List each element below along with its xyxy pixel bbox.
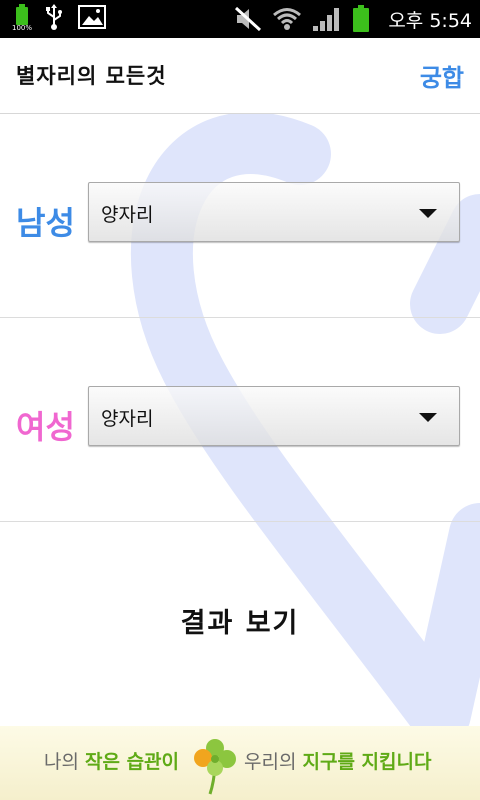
banner-right-text: 우리의 지구를 지킵니다 (244, 750, 431, 774)
status-time: 오후 5:54 (388, 9, 472, 32)
signal-icon (313, 8, 340, 31)
banner-left-plain: 나의 (44, 751, 85, 773)
usb-icon (46, 4, 62, 30)
clover-icon (194, 739, 236, 795)
battery-icon (352, 5, 370, 33)
eco-banner[interactable]: 나의 작은 습관이 우리의 지구를 지킵니다 (0, 726, 480, 800)
status-left-icons: 100% (12, 3, 106, 32)
female-zodiac-spinner[interactable]: 양자리 (88, 386, 460, 446)
status-bar: 100% 오후 5:54 (0, 0, 480, 38)
dropdown-arrow-icon (419, 209, 437, 218)
status-right-icons: 오후 5:54 (234, 0, 472, 38)
gallery-icon (78, 5, 106, 29)
compatibility-button[interactable]: 궁합 (420, 58, 464, 93)
banner-left-highlight: 작은 습관이 (85, 751, 180, 773)
wifi-icon (273, 8, 302, 30)
male-row: 남성 양자리 (0, 114, 480, 318)
app-header: 별자리의 모든것 궁합 (0, 38, 480, 114)
mute-icon (235, 6, 262, 32)
app-screen: 100% 오후 5:54 별자리의 모든것 궁합 남성 양자리 여성 양자리 결… (0, 0, 480, 800)
banner-right-plain: 우리의 (244, 751, 303, 773)
female-zodiac-value: 양자리 (101, 408, 154, 430)
female-label: 여성 (16, 408, 75, 446)
male-zodiac-value: 양자리 (101, 204, 154, 226)
result-area: 결과 보기 (0, 522, 480, 726)
male-zodiac-spinner[interactable]: 양자리 (88, 182, 460, 242)
page-title: 별자리의 모든것 (16, 64, 167, 88)
show-result-button[interactable]: 결과 보기 (140, 594, 340, 654)
battery-small-icon: 100% (12, 3, 33, 32)
battery-percent: 100% (12, 24, 33, 32)
male-label: 남성 (16, 204, 75, 242)
banner-left-text: 나의 작은 습관이 (44, 750, 179, 774)
female-row: 여성 양자리 (0, 318, 480, 522)
banner-right-highlight: 지구를 지킵니다 (302, 751, 432, 773)
dropdown-arrow-icon (419, 413, 437, 422)
